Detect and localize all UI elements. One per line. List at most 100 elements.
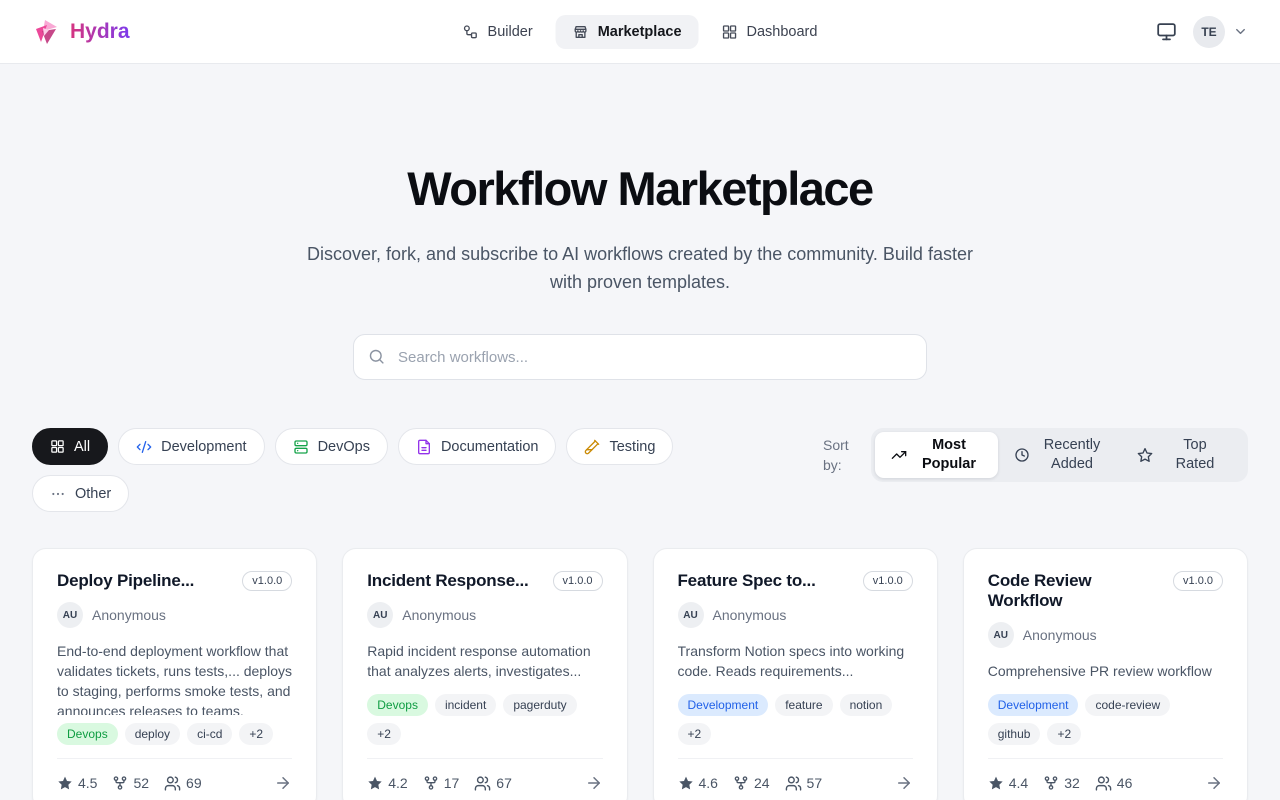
- star-icon: [57, 775, 73, 791]
- author-avatar: AU: [678, 602, 704, 628]
- tag-list: Devops incident pagerduty +2: [367, 694, 602, 745]
- monitor-icon: [1156, 21, 1177, 42]
- brand[interactable]: Hydra: [32, 18, 130, 46]
- workflow-title: Deploy Pipeline...: [57, 571, 194, 591]
- filter-label: All: [74, 439, 90, 455]
- workflow-title: Feature Spec to...: [678, 571, 816, 591]
- hydra-logo-icon: [32, 18, 60, 46]
- workflow-title: Incident Response...: [367, 571, 528, 591]
- avatar: TE: [1193, 16, 1225, 48]
- nav-item-marketplace[interactable]: Marketplace: [556, 15, 699, 49]
- tag-more: +2: [1047, 723, 1081, 745]
- version-badge: v1.0.0: [553, 571, 603, 591]
- users-stat: 46: [1095, 775, 1133, 792]
- tag: Devops: [57, 723, 118, 745]
- users-stat: 69: [164, 775, 202, 792]
- version-badge: v1.0.0: [863, 571, 913, 591]
- display-mode-button[interactable]: [1156, 21, 1177, 42]
- tag-list: Development code-review github +2: [988, 694, 1223, 745]
- users-stat: 57: [785, 775, 823, 792]
- filter-label: Testing: [609, 439, 655, 455]
- trending-up-icon: [891, 447, 907, 463]
- sort-option-top-rated[interactable]: Top Rated: [1121, 432, 1244, 478]
- tag-list: Devops deploy ci-cd +2: [57, 723, 292, 745]
- git-fork-icon: [112, 775, 128, 791]
- rating-stat: 4.4: [988, 775, 1028, 791]
- filter-label: Development: [161, 439, 246, 455]
- workflow-icon: [463, 24, 479, 40]
- open-workflow-button[interactable]: [274, 774, 292, 792]
- filter-chip-documentation[interactable]: Documentation: [398, 428, 557, 465]
- page-subtitle: Discover, fork, and subscribe to AI work…: [295, 240, 985, 296]
- filter-chip-all[interactable]: All: [32, 428, 108, 465]
- sort-option-label: Most Popular: [916, 436, 982, 474]
- users-icon: [164, 775, 181, 792]
- sort-option-label: Top Rated: [1162, 436, 1228, 474]
- workflow-title: Code Review Workflow: [988, 571, 1165, 611]
- workflow-description: Transform Notion specs into working code…: [678, 641, 913, 686]
- filter-chip-development[interactable]: Development: [118, 428, 264, 465]
- workflow-card[interactable]: Code Review Workflow v1.0.0 AU Anonymous…: [963, 548, 1248, 800]
- author-name: Anonymous: [1023, 627, 1097, 643]
- tag: pagerduty: [503, 694, 576, 716]
- tag: notion: [840, 694, 893, 716]
- open-workflow-button[interactable]: [585, 774, 603, 792]
- tag: ci-cd: [187, 723, 232, 745]
- filter-chip-other[interactable]: Other: [32, 475, 129, 512]
- users-stat: 67: [474, 775, 512, 792]
- workflow-description: End-to-end deployment workflow that vali…: [57, 641, 292, 715]
- nav-item-builder[interactable]: Builder: [446, 15, 550, 49]
- grid-icon: [722, 24, 738, 40]
- rating-stat: 4.5: [57, 775, 97, 791]
- author-name: Anonymous: [92, 607, 166, 623]
- git-fork-icon: [1043, 775, 1059, 791]
- workflow-card[interactable]: Incident Response... v1.0.0 AU Anonymous…: [342, 548, 627, 800]
- filter-chip-devops[interactable]: DevOps: [275, 428, 388, 465]
- filter-chip-testing[interactable]: Testing: [566, 428, 673, 465]
- chevron-down-icon: [1233, 24, 1248, 39]
- store-icon: [573, 24, 589, 40]
- arrow-right-icon: [274, 774, 292, 792]
- git-fork-icon: [733, 775, 749, 791]
- nav-label: Dashboard: [747, 24, 818, 40]
- rating-stat: 4.2: [367, 775, 407, 791]
- tag: Development: [678, 694, 769, 716]
- tag: github: [988, 723, 1041, 745]
- tag: code-review: [1085, 694, 1170, 716]
- tag-list: Development feature notion +2: [678, 694, 913, 745]
- brand-name: Hydra: [70, 20, 130, 44]
- workflow-card[interactable]: Deploy Pipeline... v1.0.0 AU Anonymous E…: [32, 548, 317, 800]
- server-icon: [293, 439, 309, 455]
- version-badge: v1.0.0: [1173, 571, 1223, 591]
- nav-item-dashboard[interactable]: Dashboard: [705, 15, 835, 49]
- user-menu[interactable]: TE: [1193, 16, 1248, 48]
- forks-stat: 17: [423, 775, 460, 791]
- sort-option-recently-added[interactable]: Recently Added: [998, 432, 1121, 478]
- author-name: Anonymous: [713, 607, 787, 623]
- ellipsis-icon: [50, 486, 66, 502]
- filter-label: Other: [75, 486, 111, 502]
- workflow-card-grid: Deploy Pipeline... v1.0.0 AU Anonymous E…: [32, 548, 1248, 800]
- author-avatar: AU: [988, 622, 1014, 648]
- forks-stat: 52: [112, 775, 149, 791]
- code-icon: [136, 439, 152, 455]
- author-name: Anonymous: [402, 607, 476, 623]
- nav-label: Builder: [488, 24, 533, 40]
- search-input[interactable]: [353, 334, 927, 380]
- tag-more: +2: [239, 723, 273, 745]
- open-workflow-button[interactable]: [895, 774, 913, 792]
- sort-option-most-popular[interactable]: Most Popular: [875, 432, 998, 478]
- author-avatar: AU: [57, 602, 83, 628]
- open-workflow-button[interactable]: [1205, 774, 1223, 792]
- forks-stat: 24: [733, 775, 770, 791]
- sort-control: Sort by: Most Popular Recently Added: [823, 428, 1248, 482]
- file-text-icon: [416, 439, 432, 455]
- tag-more: +2: [678, 723, 712, 745]
- filter-label: DevOps: [318, 439, 370, 455]
- nav-label: Marketplace: [598, 24, 682, 40]
- sort-label: Sort by:: [823, 435, 857, 475]
- forks-stat: 32: [1043, 775, 1080, 791]
- top-nav: Hydra Builder Marketplace: [0, 0, 1280, 64]
- workflow-card[interactable]: Feature Spec to... v1.0.0 AU Anonymous T…: [653, 548, 938, 800]
- users-icon: [1095, 775, 1112, 792]
